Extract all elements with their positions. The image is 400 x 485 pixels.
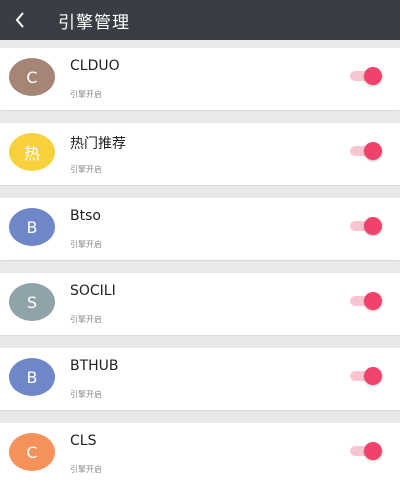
avatar: B: [9, 358, 55, 396]
engine-item-cls[interactable]: C CLS 引擎开启: [0, 423, 400, 485]
avatar: S: [9, 283, 55, 321]
top-bar: 引擎管理: [0, 0, 400, 40]
engine-name: CLDUO: [70, 58, 120, 74]
engine-status: 引擎开启: [70, 315, 102, 324]
avatar: 热: [9, 133, 55, 171]
engine-status: 引擎开启: [70, 390, 102, 399]
engine-toggle[interactable]: [348, 67, 382, 85]
toggle-knob: [364, 442, 382, 460]
engine-item-clduo[interactable]: C CLDUO 引擎开启: [0, 48, 400, 110]
engine-item-socili[interactable]: S SOCILI 引擎开启: [0, 273, 400, 335]
engine-toggle[interactable]: [348, 217, 382, 235]
engine-toggle[interactable]: [348, 142, 382, 160]
chevron-left-icon: [15, 12, 24, 28]
toggle-knob: [364, 367, 382, 385]
engine-status: 引擎开启: [70, 90, 102, 99]
engine-name: BTHUB: [70, 358, 119, 374]
engine-toggle[interactable]: [348, 292, 382, 310]
page-title: 引擎管理: [58, 12, 130, 33]
engine-name: CLS: [70, 433, 97, 449]
engine-name: 热门推荐: [70, 136, 126, 152]
back-button[interactable]: [2, 0, 38, 40]
avatar: B: [9, 208, 55, 246]
engine-status: 引擎开启: [70, 165, 102, 174]
engine-name: Btso: [70, 208, 101, 224]
avatar: C: [9, 433, 55, 471]
engine-toggle[interactable]: [348, 367, 382, 385]
toggle-knob: [364, 67, 382, 85]
toggle-knob: [364, 142, 382, 160]
engine-status: 引擎开启: [70, 240, 102, 249]
toggle-knob: [364, 217, 382, 235]
engine-item-bthub[interactable]: B BTHUB 引擎开启: [0, 348, 400, 410]
engine-item-btso[interactable]: B Btso 引擎开启: [0, 198, 400, 260]
engine-item-hot[interactable]: 热 热门推荐 引擎开启: [0, 123, 400, 185]
engine-toggle[interactable]: [348, 442, 382, 460]
engine-name: SOCILI: [70, 283, 116, 299]
engine-status: 引擎开启: [70, 465, 102, 474]
avatar: C: [9, 58, 55, 96]
toggle-knob: [364, 292, 382, 310]
